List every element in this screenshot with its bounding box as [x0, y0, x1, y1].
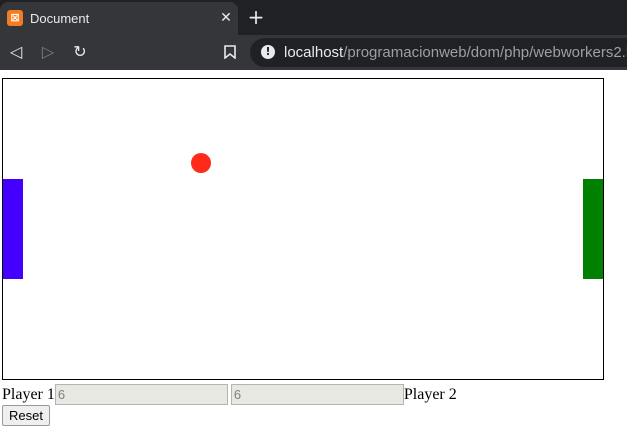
- player2-label: Player 2: [403, 386, 457, 403]
- back-icon[interactable]: ◁: [4, 40, 28, 64]
- player2-paddle: [583, 179, 603, 279]
- player1-score-field: [54, 384, 228, 405]
- player2-score-field: [230, 384, 404, 405]
- url-host: localhost: [284, 44, 344, 61]
- tab-strip: ⊠ Document ✕ +: [0, 0, 627, 35]
- url-text[interactable]: localhost/programacionweb/dom/php/webwor…: [284, 44, 627, 61]
- page-content: Player 1 Player 2 Reset: [0, 70, 627, 444]
- info-icon[interactable]: !: [261, 45, 275, 59]
- tab-title: Document: [30, 11, 90, 26]
- browser-toolbar: ◁ ▷ ↻ ! localhost/programacionweb/dom/ph…: [0, 35, 627, 70]
- player1-label: Player 1: [2, 386, 55, 403]
- address-bar[interactable]: ! localhost/programacionweb/dom/php/webw…: [250, 38, 627, 67]
- pong-canvas[interactable]: [2, 78, 604, 380]
- close-icon[interactable]: ✕: [218, 9, 234, 27]
- url-path: /programacionweb/dom/php/webworkers2.htm: [343, 44, 627, 61]
- bookmark-icon[interactable]: [218, 40, 242, 64]
- forward-icon[interactable]: ▷: [36, 40, 60, 64]
- reset-button[interactable]: Reset: [2, 405, 50, 426]
- player1-paddle: [3, 179, 23, 279]
- xampp-icon: ⊠: [7, 10, 23, 26]
- browser-tab[interactable]: ⊠ Document ✕: [0, 2, 238, 35]
- new-tab-icon[interactable]: +: [246, 6, 266, 28]
- scoreboard: Player 1 Player 2: [2, 384, 457, 405]
- ball: [191, 153, 211, 173]
- reload-icon[interactable]: ↻: [68, 40, 92, 64]
